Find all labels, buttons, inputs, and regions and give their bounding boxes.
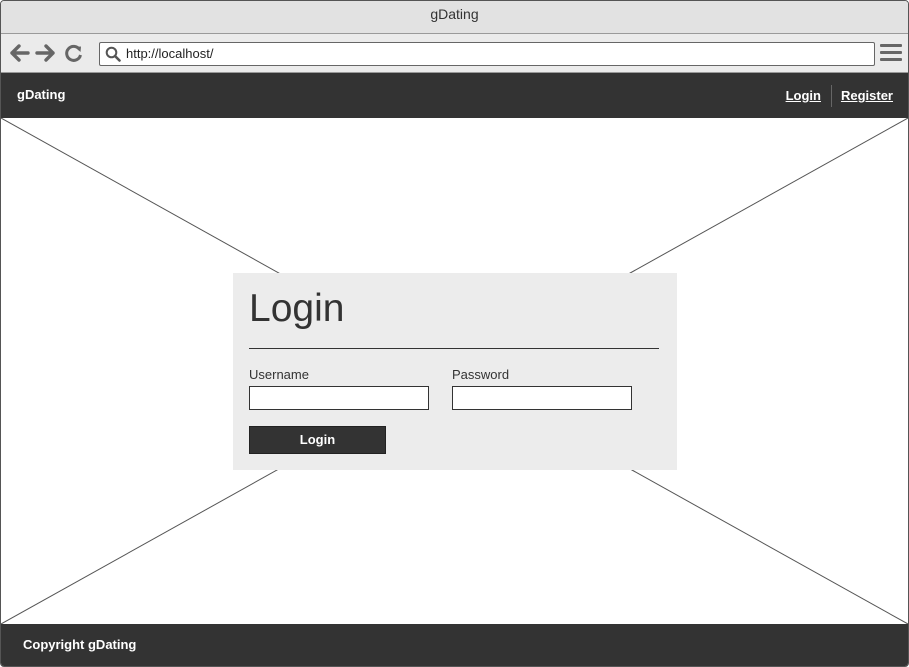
forward-button[interactable] <box>34 42 56 64</box>
username-label: Username <box>249 367 309 382</box>
browser-toolbar: http://localhost/ <box>1 34 908 73</box>
heading-divider <box>249 348 659 349</box>
nav-links: Login Register <box>786 73 893 118</box>
footer-copyright: Copyright gDating <box>23 637 137 652</box>
password-input[interactable] <box>452 386 632 410</box>
address-url: http://localhost/ <box>126 46 214 61</box>
browser-menu-button[interactable] <box>880 44 902 64</box>
arrow-right-icon <box>35 44 55 62</box>
address-bar[interactable]: http://localhost/ <box>99 42 875 66</box>
hamburger-menu-icon <box>880 44 902 61</box>
site-navbar: gDating Login Register <box>1 73 908 118</box>
search-icon <box>105 46 121 62</box>
login-heading: Login <box>249 287 345 330</box>
arrow-left-icon <box>10 44 30 62</box>
login-card: Login Username Password Login <box>233 273 677 470</box>
browser-window: gDating http://localhost/ gDating Login … <box>0 0 909 667</box>
back-button[interactable] <box>9 42 31 64</box>
window-title: gDating <box>1 1 908 34</box>
nav-register-link[interactable]: Register <box>841 88 893 103</box>
nav-login-link[interactable]: Login <box>786 88 821 103</box>
reload-button[interactable] <box>63 42 85 64</box>
login-submit-button[interactable]: Login <box>249 426 386 454</box>
reload-icon <box>65 44 82 62</box>
password-label: Password <box>452 367 510 382</box>
site-footer: Copyright gDating <box>1 624 908 666</box>
brand-link[interactable]: gDating <box>17 73 65 116</box>
username-input[interactable] <box>249 386 429 410</box>
nav-divider <box>830 84 832 107</box>
